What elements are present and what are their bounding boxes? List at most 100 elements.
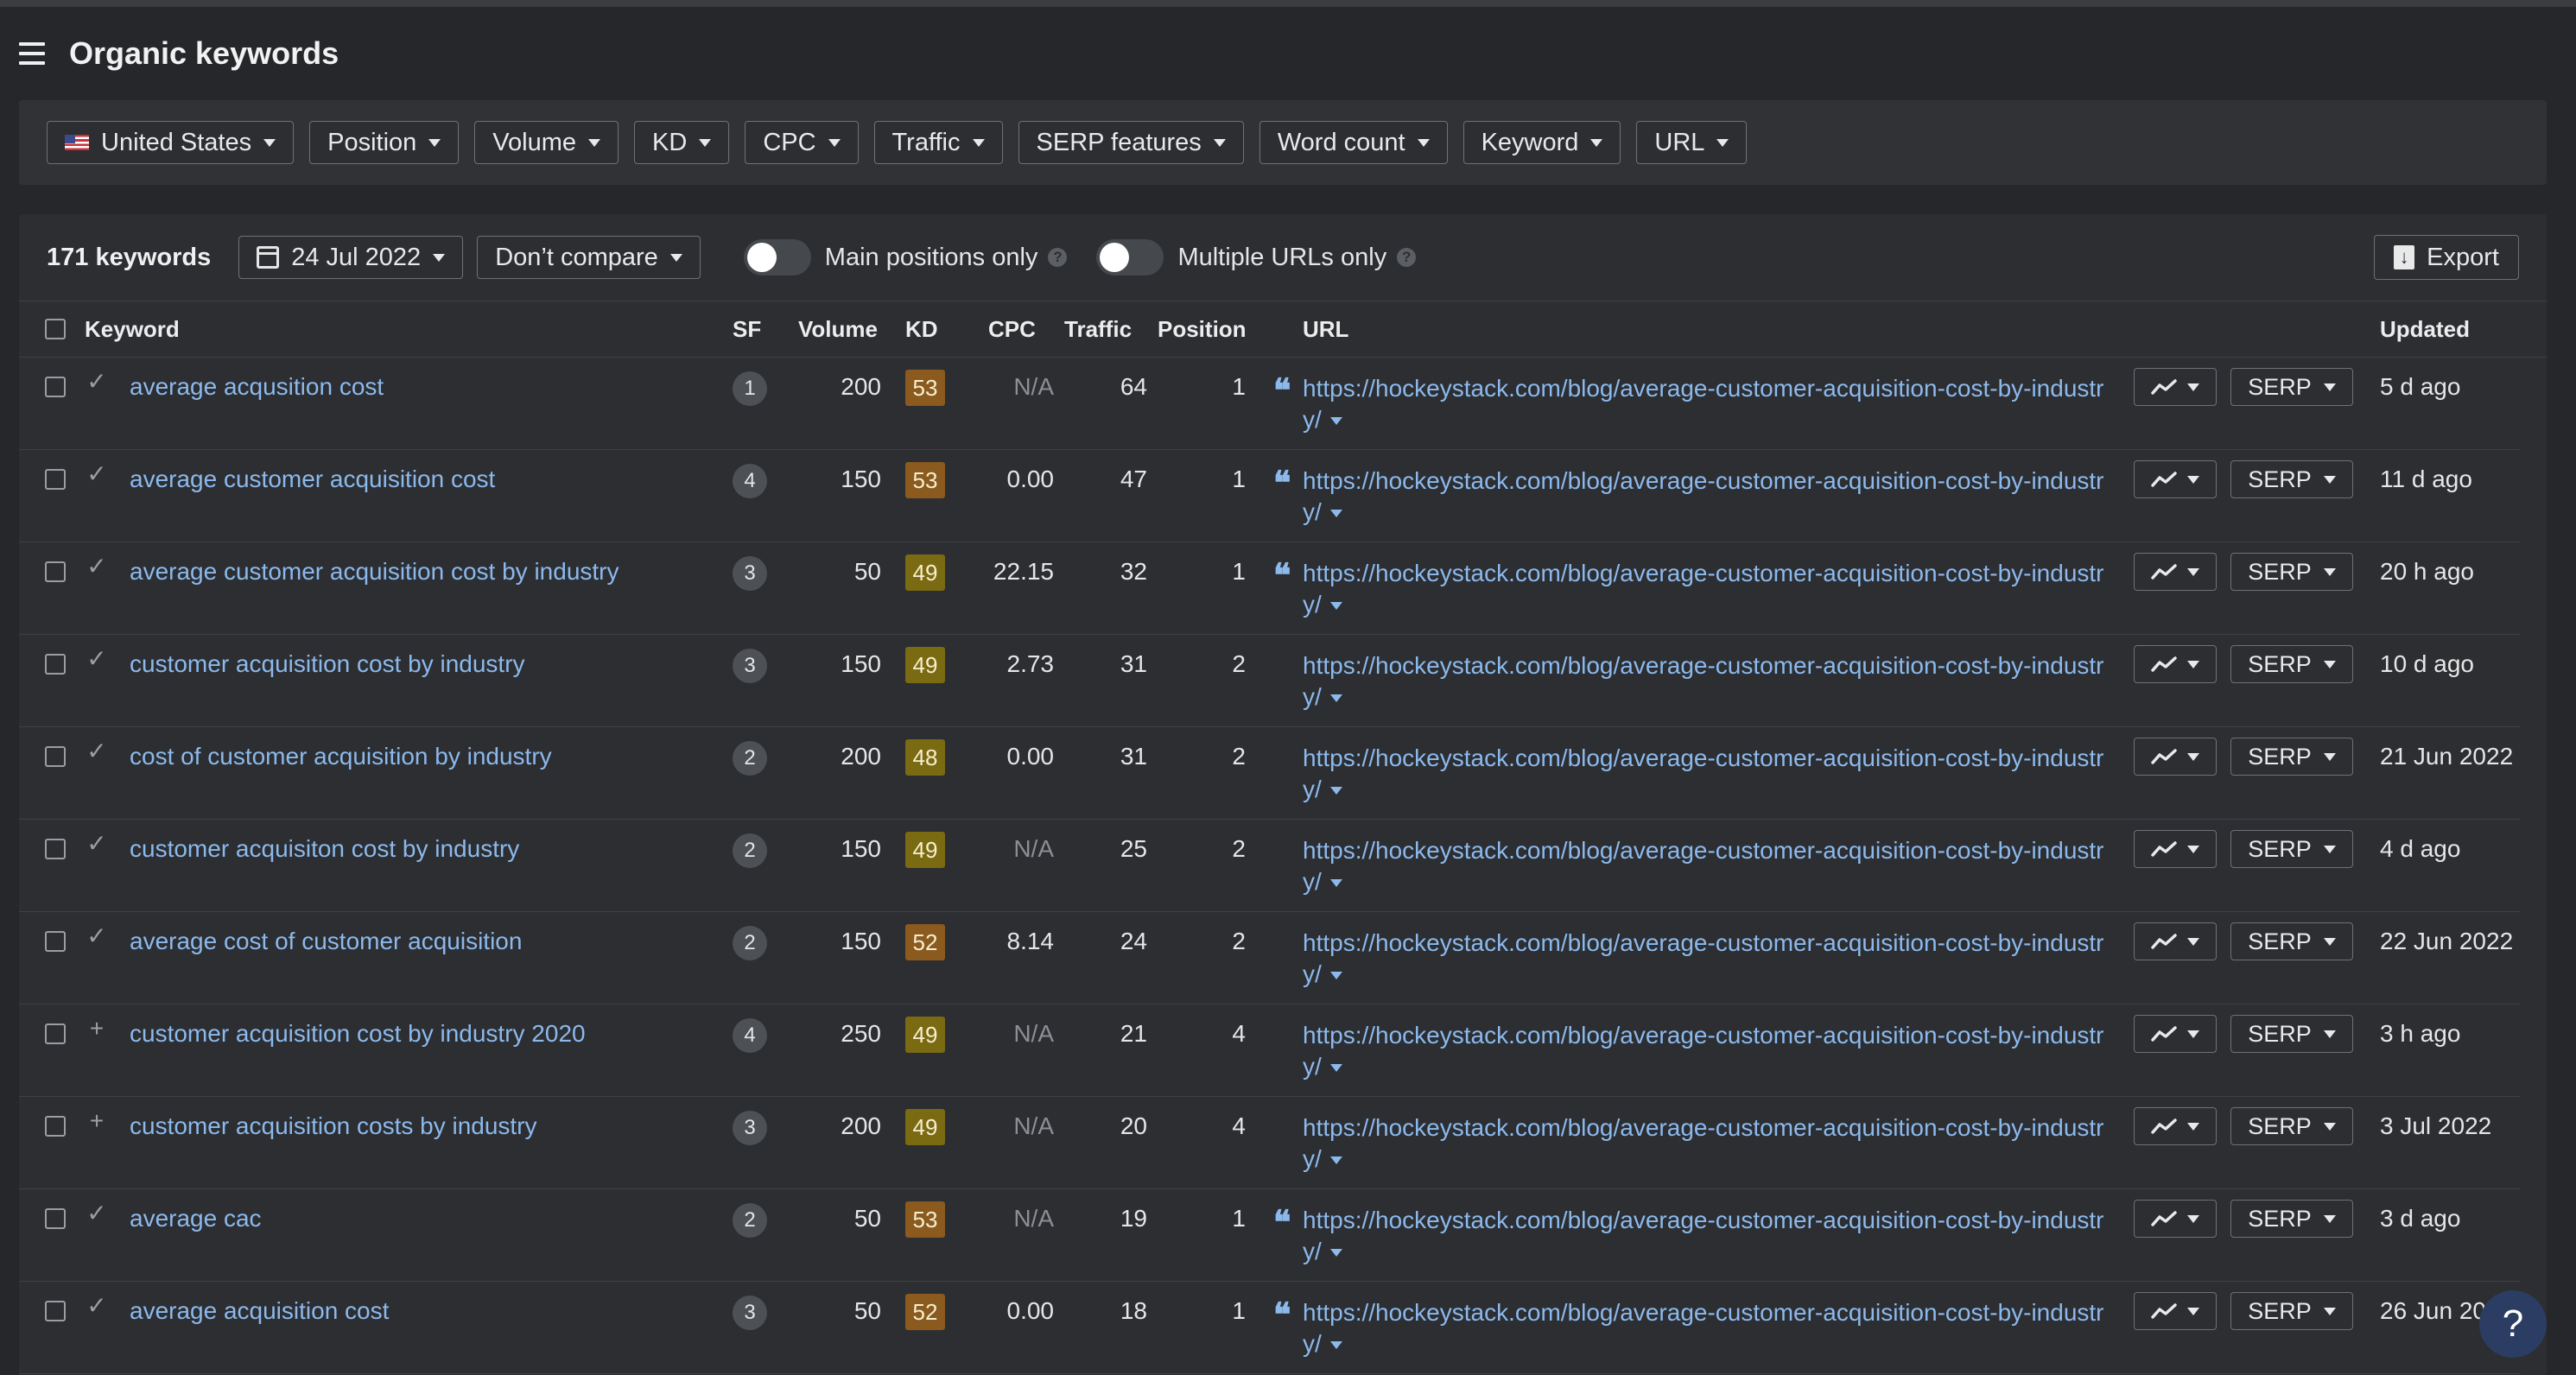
trend-chart-button[interactable] — [2134, 1107, 2217, 1145]
scrollbar-track[interactable] — [2554, 214, 2576, 1375]
main-positions-toggle[interactable] — [743, 239, 811, 276]
trend-chart-button[interactable] — [2134, 738, 2217, 776]
serp-button[interactable]: SERP — [2230, 1200, 2353, 1238]
serp-button[interactable]: SERP — [2230, 553, 2353, 591]
plus-icon[interactable]: + — [85, 1109, 109, 1133]
caret-down-icon[interactable] — [1329, 787, 1342, 795]
trend-chart-button[interactable] — [2134, 922, 2217, 960]
serp-button[interactable]: SERP — [2230, 1107, 2353, 1145]
trend-chart-button[interactable] — [2134, 553, 2217, 591]
serp-button[interactable]: SERP — [2230, 830, 2353, 868]
serp-button[interactable]: SERP — [2230, 738, 2353, 776]
serp-features-count[interactable]: 2 — [733, 741, 767, 776]
row-checkbox[interactable] — [45, 1208, 66, 1229]
serp-button[interactable]: SERP — [2230, 1292, 2353, 1330]
keyword-link[interactable]: average cac — [130, 1205, 262, 1232]
check-icon[interactable]: ✓ — [85, 462, 109, 486]
hamburger-menu-icon[interactable] — [19, 42, 45, 65]
serp-button[interactable]: SERP — [2230, 460, 2353, 498]
row-checkbox[interactable] — [45, 377, 66, 397]
ranking-url-link[interactable]: https://hockeystack.com/blog/average-cus… — [1303, 1205, 2115, 1267]
filter-keyword[interactable]: Keyword — [1462, 121, 1621, 164]
col-volume[interactable]: Volume — [798, 301, 878, 357]
serp-features-count[interactable]: 3 — [733, 1296, 767, 1330]
keyword-link[interactable]: customer acquisiton cost by industry — [130, 835, 519, 863]
caret-down-icon[interactable] — [1329, 510, 1342, 518]
filter-traffic[interactable]: Traffic — [873, 121, 1003, 164]
serp-features-count[interactable]: 2 — [733, 833, 767, 868]
serp-features-count[interactable]: 2 — [733, 1203, 767, 1238]
serp-features-count[interactable]: 3 — [733, 556, 767, 591]
ranking-url-link[interactable]: https://hockeystack.com/blog/average-cus… — [1303, 1297, 2115, 1359]
check-icon[interactable]: ✓ — [85, 647, 109, 671]
keyword-link[interactable]: average customer acquisition cost by ind… — [130, 558, 619, 586]
plus-icon[interactable]: + — [85, 1017, 109, 1041]
check-icon[interactable]: ✓ — [85, 739, 109, 764]
row-checkbox[interactable] — [45, 654, 66, 675]
keyword-link[interactable]: average cost of customer acquisition — [130, 928, 522, 955]
row-checkbox[interactable] — [45, 469, 66, 490]
keyword-link[interactable]: customer acquisition cost by industry — [130, 650, 525, 678]
col-keyword[interactable]: Keyword — [85, 301, 180, 357]
serp-features-count[interactable]: 3 — [733, 649, 767, 683]
compare-dropdown[interactable]: Don’t compare — [477, 236, 701, 279]
trend-chart-button[interactable] — [2134, 460, 2217, 498]
keyword-link[interactable]: average acquisition cost — [130, 1297, 389, 1325]
serp-features-count[interactable]: 1 — [733, 371, 767, 406]
serp-features-count[interactable]: 4 — [733, 1018, 767, 1053]
caret-down-icon[interactable] — [1329, 602, 1342, 611]
multiple-urls-toggle[interactable] — [1096, 239, 1164, 276]
date-picker[interactable]: 24 Jul 2022 — [238, 236, 464, 279]
check-icon[interactable]: ✓ — [85, 370, 109, 394]
trend-chart-button[interactable] — [2134, 645, 2217, 683]
ranking-url-link[interactable]: https://hockeystack.com/blog/average-cus… — [1303, 928, 2115, 990]
caret-down-icon[interactable] — [1329, 1156, 1342, 1165]
trend-chart-button[interactable] — [2134, 1015, 2217, 1053]
check-icon[interactable]: ✓ — [85, 1294, 109, 1318]
serp-features-count[interactable]: 2 — [733, 926, 767, 960]
serp-button[interactable]: SERP — [2230, 368, 2353, 406]
trend-chart-button[interactable] — [2134, 830, 2217, 868]
help-chat-button[interactable]: ? — [2479, 1290, 2547, 1358]
col-position[interactable]: Position — [1158, 301, 1247, 357]
serp-button[interactable]: SERP — [2230, 645, 2353, 683]
col-cpc[interactable]: CPC — [988, 301, 1036, 357]
ranking-url-link[interactable]: https://hockeystack.com/blog/average-cus… — [1303, 1020, 2115, 1082]
caret-down-icon[interactable] — [1329, 972, 1342, 980]
ranking-url-link[interactable]: https://hockeystack.com/blog/average-cus… — [1303, 373, 2115, 435]
caret-down-icon[interactable] — [1329, 417, 1342, 426]
help-icon[interactable]: ? — [1397, 248, 1417, 267]
ranking-url-link[interactable]: https://hockeystack.com/blog/average-cus… — [1303, 743, 2115, 805]
col-traffic[interactable]: Traffic — [1064, 301, 1132, 357]
filter-country[interactable]: United States — [47, 121, 295, 164]
caret-down-icon[interactable] — [1329, 879, 1342, 888]
row-checkbox[interactable] — [45, 561, 66, 582]
filter-serp-features[interactable]: SERP features — [1018, 121, 1244, 164]
check-icon[interactable]: ✓ — [85, 1201, 109, 1226]
col-url[interactable]: URL — [1303, 301, 1348, 357]
ranking-url-link[interactable]: https://hockeystack.com/blog/average-cus… — [1303, 466, 2115, 528]
ranking-url-link[interactable]: https://hockeystack.com/blog/average-cus… — [1303, 558, 2115, 620]
keyword-link[interactable]: customer acquisition costs by industry — [130, 1112, 537, 1140]
keyword-link[interactable]: cost of customer acquisition by industry — [130, 743, 552, 770]
filter-word-count[interactable]: Word count — [1259, 121, 1448, 164]
caret-down-icon[interactable] — [1329, 1341, 1342, 1350]
filter-cpc[interactable]: CPC — [745, 121, 859, 164]
ranking-url-link[interactable]: https://hockeystack.com/blog/average-cus… — [1303, 650, 2115, 713]
check-icon[interactable]: ✓ — [85, 832, 109, 856]
check-icon[interactable]: ✓ — [85, 924, 109, 948]
filter-volume[interactable]: Volume — [474, 121, 619, 164]
ranking-url-link[interactable]: https://hockeystack.com/blog/average-cus… — [1303, 835, 2115, 897]
keyword-link[interactable]: customer acquisition cost by industry 20… — [130, 1020, 586, 1048]
col-kd[interactable]: KD — [905, 301, 938, 357]
caret-down-icon[interactable] — [1329, 1249, 1342, 1258]
check-icon[interactable]: ✓ — [85, 554, 109, 579]
trend-chart-button[interactable] — [2134, 1200, 2217, 1238]
export-button[interactable]: Export — [2374, 235, 2519, 280]
row-checkbox[interactable] — [45, 931, 66, 952]
trend-chart-button[interactable] — [2134, 1292, 2217, 1330]
serp-features-count[interactable]: 3 — [733, 1111, 767, 1145]
help-icon[interactable]: ? — [1048, 248, 1068, 267]
col-updated[interactable]: Updated — [2380, 301, 2470, 357]
row-checkbox[interactable] — [45, 1116, 66, 1137]
